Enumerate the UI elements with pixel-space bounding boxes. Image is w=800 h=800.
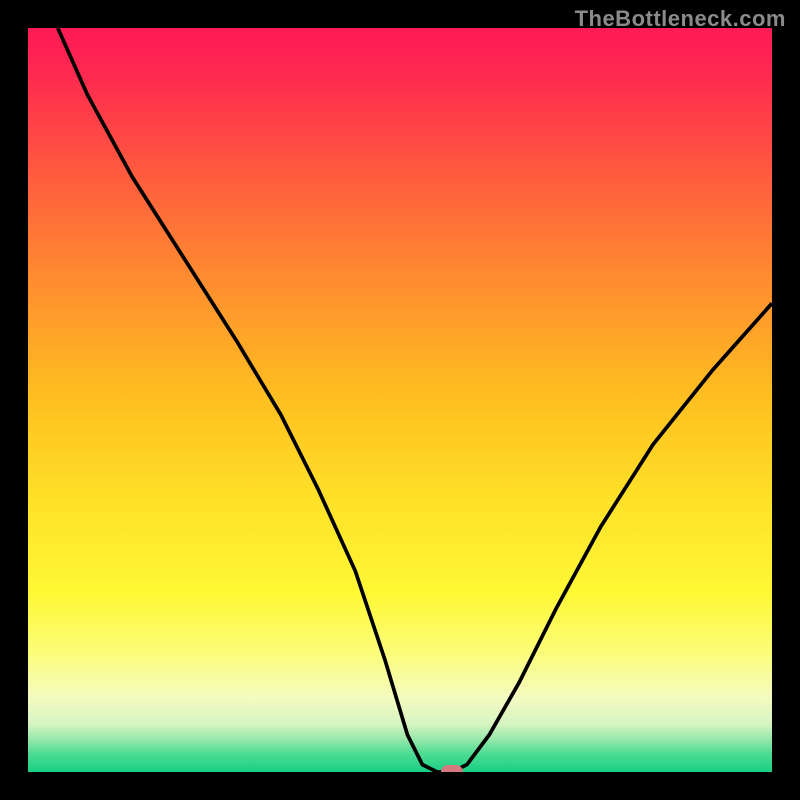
optimal-point-marker	[441, 765, 463, 772]
chart-background	[28, 28, 772, 772]
chart-svg	[28, 28, 772, 772]
watermark-source: TheBottleneck.com	[575, 6, 786, 32]
bottleneck-chart	[28, 28, 772, 772]
